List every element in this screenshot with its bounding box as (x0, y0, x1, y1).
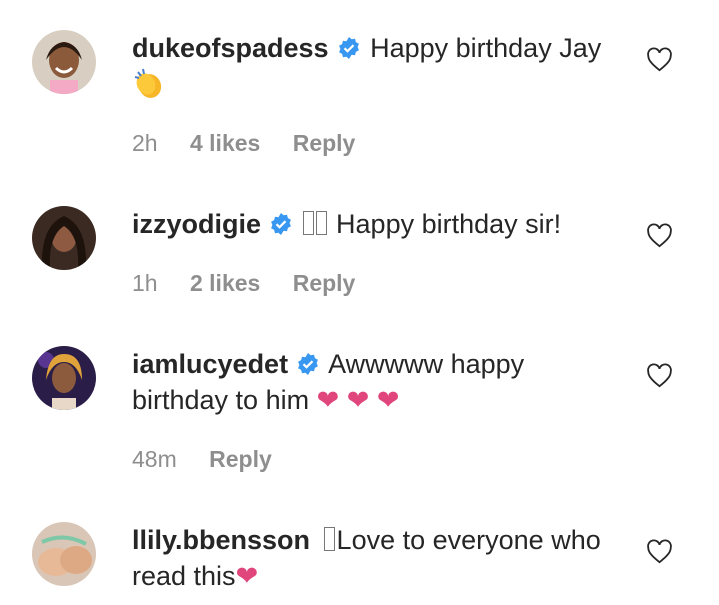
avatar[interactable] (32, 346, 96, 410)
like-heart-icon[interactable] (646, 47, 673, 72)
reply-button[interactable]: Reply (293, 130, 356, 156)
pink-heart-icon: ❤ (235, 561, 259, 591)
comment-meta: 48m Reply (132, 446, 298, 473)
verified-badge-icon (338, 37, 359, 59)
avatar[interactable] (32, 30, 96, 94)
comment-username[interactable]: dukeofspadess (132, 33, 329, 63)
verified-badge-icon (298, 353, 318, 375)
comment-text: iamlucyedet Awwwww happy birthday to him… (132, 346, 622, 418)
avatar[interactable] (32, 206, 96, 270)
comment-text: dukeofspadess Happy birthday Jay (132, 30, 622, 105)
comment-body: Happy birthday sir! (336, 209, 562, 239)
comment-time: 48m (132, 446, 177, 472)
like-heart-icon[interactable] (646, 223, 673, 248)
missing-glyph-icon (315, 211, 327, 235)
like-heart-icon[interactable] (646, 363, 673, 388)
comment-time: 2h (132, 130, 158, 156)
comment-body: Happy birthday Jay (370, 33, 602, 63)
missing-glyph-icon (323, 527, 335, 551)
pink-heart-icon: ❤ (339, 385, 370, 415)
comment-likes[interactable]: 4 likes (190, 130, 260, 156)
comment-text: llily.bbensson Love to everyone who read… (132, 522, 622, 594)
like-heart-icon[interactable] (646, 539, 673, 564)
avatar[interactable] (32, 522, 96, 586)
pink-heart-icon: ❤ (316, 385, 340, 415)
missing-glyph-icon (302, 211, 314, 235)
reply-button[interactable]: Reply (293, 270, 356, 296)
comment-meta: 2h 4 likes Reply (132, 130, 381, 157)
verified-badge-icon (271, 213, 291, 235)
comment-username[interactable]: izzyodigie (132, 209, 261, 239)
comment-username[interactable]: iamlucyedet (132, 349, 288, 379)
comment-likes[interactable]: 2 likes (190, 270, 260, 296)
reply-button[interactable]: Reply (209, 446, 272, 472)
comment-time: 1h (132, 270, 158, 296)
pink-heart-icon: ❤ (369, 385, 400, 415)
comment-text: izzyodigie Happy birthday sir! (132, 206, 622, 242)
comment-username[interactable]: llily.bbensson (132, 525, 310, 555)
clapping-hands-icon (134, 68, 162, 98)
comment-meta: 1h 2 likes Reply (132, 270, 381, 297)
